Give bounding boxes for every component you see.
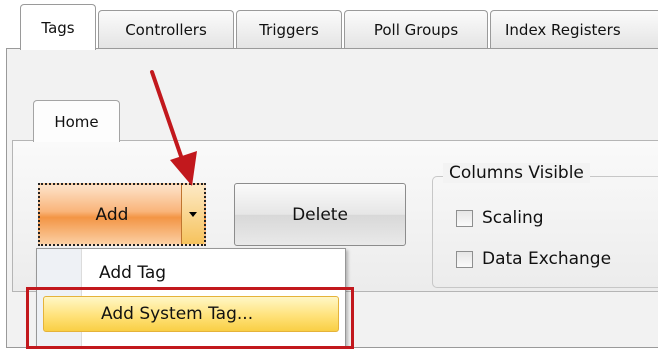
data-exchange-label: Data Exchange <box>482 249 612 269</box>
menu-item-add-tag[interactable]: Add Tag <box>99 263 166 283</box>
tab-poll-groups[interactable]: Poll Groups <box>344 10 488 48</box>
scaling-checkbox-row[interactable]: Scaling <box>456 208 544 228</box>
tab-tags[interactable]: Tags <box>20 4 96 50</box>
chevron-down-icon <box>189 212 197 217</box>
tab-triggers[interactable]: Triggers <box>236 10 342 48</box>
scaling-checkbox[interactable] <box>456 209 473 227</box>
tab-controllers[interactable]: Controllers <box>98 10 234 48</box>
add-dropdown-toggle[interactable] <box>181 185 204 244</box>
menu-item-add-system-tag[interactable]: Add System Tag... <box>43 296 339 332</box>
add-dropdown-menu: Add Tag Add System Tag... <box>36 248 346 349</box>
columns-visible-group <box>432 176 658 288</box>
add-split-button[interactable]: Add <box>38 183 206 246</box>
ribbon-tab-home[interactable]: Home <box>33 100 120 142</box>
data-exchange-checkbox[interactable] <box>456 250 473 268</box>
add-button-label[interactable]: Add <box>40 205 184 225</box>
scaling-label: Scaling <box>482 208 544 228</box>
tab-index-registers[interactable]: Index Registers <box>490 10 658 48</box>
data-exchange-checkbox-row[interactable]: Data Exchange <box>456 249 611 269</box>
delete-button[interactable]: Delete <box>234 183 406 246</box>
columns-visible-title: Columns Visible <box>443 163 590 183</box>
